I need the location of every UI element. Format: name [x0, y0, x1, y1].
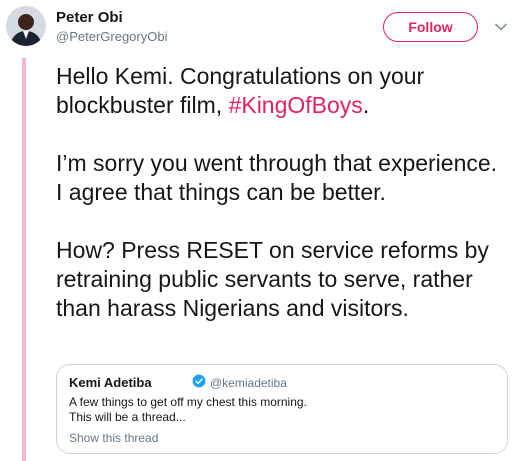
- quoted-tweet-text: A few things to get off my chest this mo…: [69, 395, 307, 425]
- quoted-author-handle: @kemiadetiba: [210, 376, 287, 390]
- quoted-tweet-card[interactable]: Kemi Adetiba @kemiadetiba A few things t…: [56, 364, 508, 454]
- avatar[interactable]: [6, 6, 46, 46]
- tweet-paragraph-3: How? Press RESET on service reforms by r…: [56, 237, 489, 321]
- thread-connector-line: [22, 58, 26, 461]
- follow-button[interactable]: Follow: [383, 12, 478, 42]
- hashtag-link[interactable]: #KingOfBoys: [229, 92, 363, 118]
- tweet-text: Hello Kemi. Congratulations on your bloc…: [56, 62, 508, 352]
- tweet-paragraph-2: I’m sorry you went through that experien…: [56, 150, 498, 205]
- author-display-name[interactable]: Peter Obi: [56, 9, 123, 26]
- show-thread-link[interactable]: Show this thread: [69, 431, 158, 445]
- avatar-image: [6, 6, 46, 46]
- author-handle[interactable]: @PeterGregoryObi: [56, 29, 167, 44]
- quoted-author-name: Kemi Adetiba: [69, 375, 152, 390]
- tweet-paragraph-1-end: .: [362, 92, 370, 118]
- tweet-paragraph-1: Hello Kemi. Congratulations on your bloc…: [56, 62, 508, 120]
- quoted-text-line-2: This will be a thread...: [69, 410, 186, 424]
- verified-badge-icon: [192, 374, 206, 388]
- quoted-text-line-1: A few things to get off my chest this mo…: [69, 395, 307, 409]
- chevron-down-icon[interactable]: [494, 20, 508, 34]
